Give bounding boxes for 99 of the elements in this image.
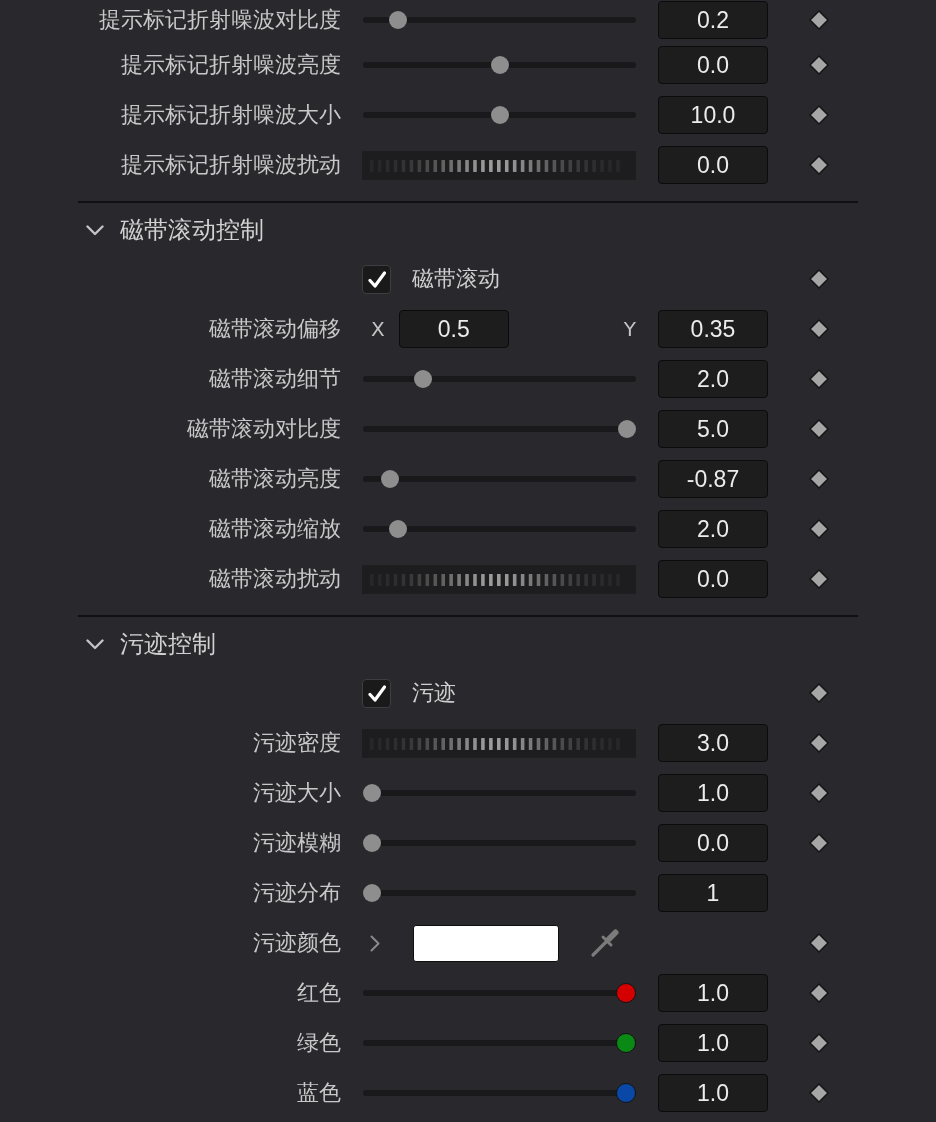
chevron-icon[interactable] <box>86 638 104 650</box>
parameter-label: 提示标记折射噪波大小 <box>121 101 341 129</box>
slider-thumb[interactable] <box>363 834 381 852</box>
keyframe-diamond-icon[interactable] <box>809 569 829 589</box>
slider-track[interactable] <box>363 983 636 1003</box>
keyframe-diamond-icon[interactable] <box>809 419 829 439</box>
parameter-label: 磁带滚动亮度 <box>209 465 341 493</box>
parameter-label: 蓝色 <box>297 1079 341 1107</box>
value-field[interactable]: 2.0 <box>658 510 768 548</box>
parameter-label: 磁带滚动偏移 <box>209 315 341 343</box>
parameter-label: 污迹大小 <box>253 779 341 807</box>
slider-track[interactable] <box>363 833 636 853</box>
keyframe-diamond-icon[interactable] <box>809 1033 829 1053</box>
parameter-label: 磁带滚动缩放 <box>209 515 341 543</box>
slider-track[interactable] <box>363 469 636 489</box>
jog-wheel[interactable] <box>362 150 636 180</box>
value-field[interactable]: 0.0 <box>658 824 768 862</box>
checkbox[interactable] <box>362 264 391 294</box>
value-field[interactable]: 0.5 <box>398 310 509 348</box>
keyframe-diamond-icon[interactable] <box>809 155 829 175</box>
value-field[interactable]: 0.0 <box>658 560 768 598</box>
slider-thumb[interactable] <box>414 370 432 388</box>
value-field[interactable]: 1.0 <box>658 1024 768 1062</box>
section-title: 污迹控制 <box>120 629 216 660</box>
keyframe-diamond-icon[interactable] <box>809 469 829 489</box>
chevron-icon[interactable] <box>86 224 104 236</box>
value-field[interactable]: -0.87 <box>658 460 768 498</box>
checkbox[interactable] <box>362 678 391 708</box>
slider-track[interactable] <box>363 105 636 125</box>
slider-track[interactable] <box>363 1033 636 1053</box>
parameter-label: 磁带滚动扰动 <box>209 565 341 593</box>
keyframe-diamond-icon[interactable] <box>809 269 829 289</box>
parameter-label: 绿色 <box>297 1029 341 1057</box>
slider-thumb[interactable] <box>363 884 381 902</box>
keyframe-diamond-icon[interactable] <box>809 983 829 1003</box>
value-field[interactable]: 0.2 <box>658 1 768 39</box>
value-field[interactable]: 0.35 <box>658 310 768 348</box>
slider-track[interactable] <box>363 783 636 803</box>
jog-wheel[interactable] <box>362 564 636 594</box>
slider-track[interactable] <box>363 419 636 439</box>
value-field[interactable]: 5.0 <box>658 410 768 448</box>
parameter-label: 污迹颜色 <box>253 929 341 957</box>
slider-thumb[interactable] <box>490 56 509 74</box>
value-field[interactable]: 1 <box>658 874 768 912</box>
parameter-label: 磁带滚动对比度 <box>187 415 341 443</box>
slider-track[interactable] <box>363 369 636 389</box>
checkbox-label[interactable]: 磁带滚动 <box>412 264 500 294</box>
checkmark-icon <box>367 684 386 702</box>
slider-thumb[interactable] <box>388 520 407 538</box>
keyframe-diamond-icon[interactable] <box>809 733 829 753</box>
slider-thumb[interactable] <box>616 983 636 1003</box>
eyedropper-icon[interactable] <box>590 928 620 958</box>
slider-thumb[interactable] <box>388 11 407 29</box>
value-field[interactable]: 1.0 <box>658 1074 768 1112</box>
keyframe-diamond-icon[interactable] <box>809 783 829 803</box>
keyframe-diamond-icon[interactable] <box>809 105 829 125</box>
keyframe-diamond-icon[interactable] <box>809 683 829 703</box>
keyframe-diamond-icon[interactable] <box>809 1083 829 1103</box>
checkmark-icon <box>367 270 386 288</box>
parameter-label: 提示标记折射噪波亮度 <box>121 51 341 79</box>
slider-track[interactable] <box>363 10 636 30</box>
slider-thumb[interactable] <box>380 470 399 488</box>
parameter-label: 污迹密度 <box>253 729 341 757</box>
color-swatch[interactable] <box>413 924 559 962</box>
slider-thumb[interactable] <box>616 1033 636 1053</box>
chevron-icon[interactable] <box>370 934 380 952</box>
slider-thumb[interactable] <box>618 420 636 438</box>
slider-thumb[interactable] <box>363 784 381 802</box>
keyframe-diamond-icon[interactable] <box>809 519 829 539</box>
keyframe-diamond-icon[interactable] <box>809 833 829 853</box>
slider-track[interactable] <box>363 883 636 903</box>
value-field[interactable]: 0.0 <box>658 146 768 184</box>
parameter-label: 提示标记折射噪波扰动 <box>121 151 341 179</box>
parameter-label: 污迹分布 <box>253 879 341 907</box>
slider-thumb[interactable] <box>490 106 509 124</box>
slider-track[interactable] <box>363 1083 636 1103</box>
value-field[interactable]: 0.0 <box>658 46 768 84</box>
section-title: 磁带滚动控制 <box>120 215 264 246</box>
slider-track[interactable] <box>363 55 636 75</box>
value-field[interactable]: 10.0 <box>658 96 768 134</box>
parameter-label: 提示标记折射噪波对比度 <box>99 6 341 34</box>
keyframe-diamond-icon[interactable] <box>809 319 829 339</box>
jog-wheel[interactable] <box>362 728 636 758</box>
parameter-label: 磁带滚动细节 <box>209 365 341 393</box>
value-field[interactable]: 1.0 <box>658 974 768 1012</box>
keyframe-diamond-icon[interactable] <box>809 10 829 30</box>
axis-label: Y <box>623 317 636 341</box>
keyframe-diamond-icon[interactable] <box>809 369 829 389</box>
keyframe-diamond-icon[interactable] <box>809 55 829 75</box>
checkbox-label[interactable]: 污迹 <box>412 678 456 708</box>
parameter-label: 红色 <box>297 979 341 1007</box>
slider-thumb[interactable] <box>616 1083 636 1103</box>
axis-label: X <box>371 317 385 341</box>
slider-track[interactable] <box>363 519 636 539</box>
parameter-label: 污迹模糊 <box>253 829 341 857</box>
value-field[interactable]: 3.0 <box>658 724 768 762</box>
keyframe-diamond-icon[interactable] <box>809 933 829 953</box>
value-field[interactable]: 2.0 <box>658 360 768 398</box>
value-field[interactable]: 1.0 <box>658 774 768 812</box>
